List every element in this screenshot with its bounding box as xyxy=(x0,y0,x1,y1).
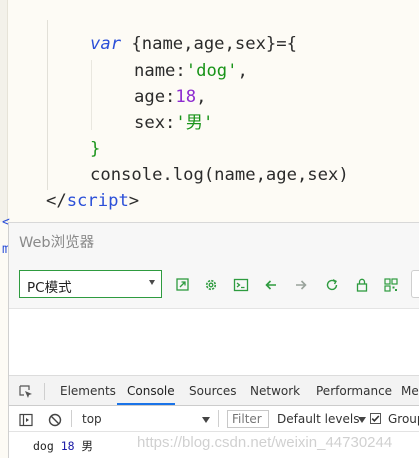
browser-titlebar: Web浏览器 xyxy=(9,223,419,259)
terminal-icon[interactable] xyxy=(233,277,249,293)
divider xyxy=(44,383,45,400)
back-arrow-icon[interactable] xyxy=(263,277,279,293)
divider xyxy=(218,410,219,427)
indent-guide xyxy=(47,20,48,190)
tab-performance[interactable]: Performance xyxy=(316,384,392,398)
console-toolbar: top Filter Default levels Group xyxy=(9,406,419,432)
settings-icon[interactable] xyxy=(203,277,219,293)
comma: , xyxy=(196,87,207,107)
lock-icon[interactable] xyxy=(354,277,370,293)
open-external-icon[interactable] xyxy=(175,277,191,293)
qrcode-icon[interactable] xyxy=(383,277,399,293)
log-value-sex: 男 xyxy=(81,439,94,453)
clear-console-icon[interactable] xyxy=(48,412,62,431)
code-line-var-declaration: var {name,age,sex}={ xyxy=(90,33,297,55)
log-value-name: dog xyxy=(33,439,54,453)
context-select[interactable]: top xyxy=(82,412,102,426)
code-line-script-close: </script> xyxy=(46,190,139,212)
tab-network[interactable]: Network xyxy=(250,384,300,398)
tag-open-bracket: </ xyxy=(46,191,67,211)
devtools-tab-bar: Elements Console Sources Network Perform… xyxy=(9,376,419,406)
log-levels-select[interactable]: Default levels xyxy=(277,412,359,426)
code-line-sex: sex:'男' xyxy=(134,112,213,134)
watermark: https://blog.csdn.net/weixin_44730244 xyxy=(137,434,393,451)
destructure-pattern: {name,age,sex}={ xyxy=(121,34,297,54)
tab-memory-truncated[interactable]: Me xyxy=(401,384,419,398)
browser-title: Web浏览器 xyxy=(19,235,95,251)
web-browser-panel: Web浏览器 PC模式 Elements Console Sources Net… xyxy=(9,222,419,458)
comma: , xyxy=(237,61,248,81)
editor-gutter xyxy=(0,0,8,222)
code-line-console-log: console.log(name,age,sex) xyxy=(90,165,349,185)
property-key-age: age: xyxy=(134,87,176,107)
mode-select-value: PC模式 xyxy=(27,280,72,296)
inspect-element-icon[interactable] xyxy=(19,384,33,398)
code-line-name: name:'dog', xyxy=(134,60,248,82)
tab-console[interactable]: Console xyxy=(127,384,175,398)
url-input[interactable] xyxy=(411,270,419,298)
string-value-sex: '男' xyxy=(175,113,214,133)
divider xyxy=(71,410,72,427)
tab-elements[interactable]: Elements xyxy=(60,384,116,398)
browser-viewport[interactable] xyxy=(9,310,419,376)
log-value-age: 18 xyxy=(60,439,75,453)
console-log-output: dog 18 男 xyxy=(33,438,93,454)
chevron-down-icon xyxy=(149,280,155,285)
group-similar-label: Group xyxy=(388,412,419,426)
tag-close-bracket: > xyxy=(128,191,140,211)
string-value-dog: 'dog' xyxy=(185,61,238,81)
active-tab-indicator xyxy=(117,403,175,405)
code-line-close-brace: } xyxy=(90,138,100,160)
chevron-down-icon[interactable] xyxy=(202,417,210,423)
close-brace: } xyxy=(90,139,101,159)
keyword-var: var xyxy=(90,34,122,54)
chevron-down-icon[interactable] xyxy=(358,417,366,423)
indent-guide-inner xyxy=(91,60,92,130)
devtools-panel: Elements Console Sources Network Perform… xyxy=(9,376,419,458)
code-line-age: age:18, xyxy=(134,86,206,108)
browser-toolbar: PC模式 xyxy=(9,259,419,309)
code-editor[interactable]: var {name,age,sex}={ name:'dog', age:18,… xyxy=(0,0,419,222)
forward-arrow-icon[interactable] xyxy=(293,277,309,293)
property-key-name: name: xyxy=(134,61,186,81)
script-tag-name: script xyxy=(66,191,129,211)
mode-select[interactable]: PC模式 xyxy=(19,270,162,298)
group-similar-checkbox[interactable] xyxy=(370,413,381,424)
filter-input[interactable]: Filter xyxy=(227,410,269,428)
tab-sources[interactable]: Sources xyxy=(189,384,236,398)
sidebar-toggle-icon[interactable] xyxy=(19,412,33,431)
property-key-sex: sex: xyxy=(134,113,176,133)
number-value-18: 18 xyxy=(175,87,197,107)
refresh-icon[interactable] xyxy=(324,277,340,293)
